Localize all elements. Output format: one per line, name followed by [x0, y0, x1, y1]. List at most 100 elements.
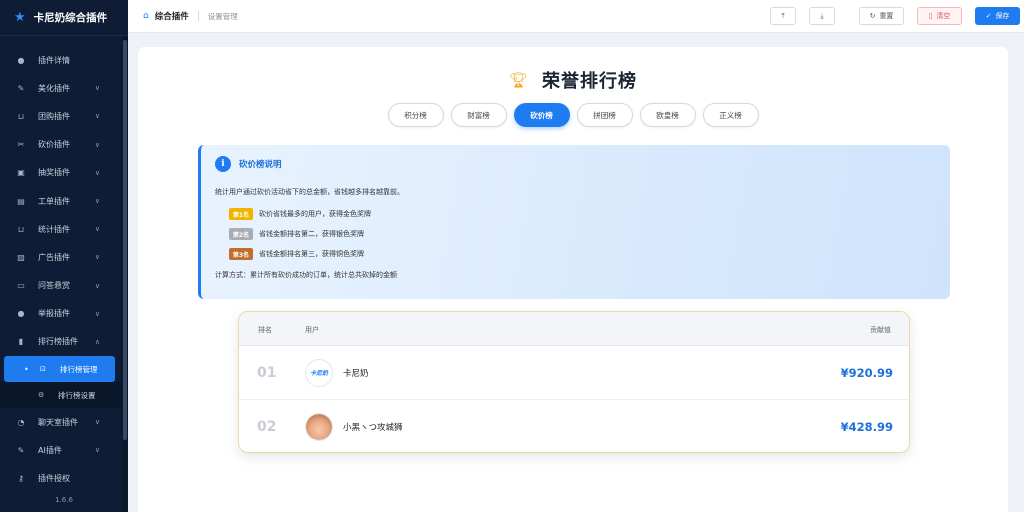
- sidebar-item-label: 插件授权: [38, 474, 70, 484]
- column-header-value: 贡献值: [870, 326, 891, 334]
- avatar: 卡尼奶: [305, 358, 333, 387]
- sidebar-item-group-buy[interactable]: ⊔ 团购插件 ∨: [0, 102, 122, 130]
- tab-points[interactable]: 积分榜: [387, 103, 444, 127]
- table-row[interactable]: 02 小黑ヽつ攻城狮 ¥428.99: [239, 400, 909, 452]
- upload-icon: ⤒: [781, 11, 785, 20]
- chevron-down-icon: ∨: [94, 168, 100, 177]
- ai-icon: ✎: [17, 445, 25, 455]
- info-calculation: 计算方式：累计所有砍价成功的订单，统计总共砍掉的金额: [215, 271, 397, 279]
- sidebar: ★ 卡尼奶综合插件 ● 插件详情 ✎ 美化插件 ∨ ⊔ 团购插件 ∨ ✂ 砍价插…: [0, 0, 128, 512]
- info-header: i 砍价榜说明: [215, 156, 282, 172]
- breadcrumb-sub[interactable]: 设置管理: [208, 11, 238, 22]
- chat-icon: ▭: [17, 281, 25, 291]
- save-button[interactable]: ✓ 保存: [975, 7, 1020, 25]
- download-icon: ⤓: [820, 11, 824, 20]
- reset-button[interactable]: ↻ 重置: [859, 7, 904, 25]
- tab-lucky[interactable]: 欧皇榜: [639, 103, 696, 127]
- table-row[interactable]: 01 卡尼奶 卡尼奶 ¥920.99: [239, 346, 909, 399]
- rank-rule-text: 省钱金额排名第三，获得铜色奖牌: [259, 250, 364, 258]
- brand-title: 卡尼奶综合插件: [33, 12, 108, 24]
- rank-badge-bronze: 第3名: [229, 248, 253, 260]
- sidebar-item-qa[interactable]: ▭ 问答悬赏 ∨: [0, 272, 122, 300]
- rank-rule-1: 第1名 砍价省钱最多的用户，获得金色奖牌: [229, 208, 371, 220]
- page-title-text: 荣誉排行榜: [542, 71, 638, 92]
- tab-group-buy[interactable]: 拼团榜: [576, 103, 633, 127]
- rank-number: 01: [257, 364, 277, 381]
- chat-bubble-icon: ◔: [17, 417, 25, 427]
- info-title: 砍价榜说明: [239, 160, 282, 170]
- sidebar-item-plugin-details[interactable]: ● 插件详情: [0, 46, 122, 74]
- chevron-down-icon: ∨: [94, 112, 100, 121]
- sidebar-item-label: 美化插件: [38, 83, 70, 93]
- sidebar-subitem-leaderboard-manage[interactable]: • ⊡ 排行榜管理: [4, 356, 115, 383]
- key-icon: ⚷: [18, 474, 24, 484]
- tab-wealth[interactable]: 财富榜: [450, 103, 507, 127]
- sidebar-item-label: 广告插件: [38, 252, 70, 262]
- chevron-down-icon: ∨: [94, 253, 100, 262]
- sidebar-menu: ● 插件详情 ✎ 美化插件 ∨ ⊔ 团购插件 ∨ ✂ 砍价插件 ∨ ▣ 抽奖插件…: [0, 46, 122, 493]
- avatar: [305, 412, 333, 441]
- sidebar-item-beautify[interactable]: ✎ 美化插件 ∨: [0, 74, 122, 102]
- sidebar-scrollbar-thumb[interactable]: [123, 40, 127, 440]
- tab-bargain[interactable]: 砍价榜: [513, 103, 570, 127]
- breadcrumb-current[interactable]: 综合插件: [155, 10, 189, 22]
- sidebar-item-label: 团购插件: [38, 111, 70, 121]
- user-name: 卡尼奶: [343, 368, 369, 379]
- chevron-down-icon: ∨: [94, 446, 100, 455]
- sidebar-item-label: AI插件: [38, 445, 62, 455]
- leaderboard-tabs: 积分榜 财富榜 砍价榜 拼团榜 欧皇榜 正义榜: [138, 103, 1008, 127]
- chevron-down-icon: ∨: [94, 225, 100, 234]
- brand: ★ 卡尼奶综合插件: [0, 0, 128, 36]
- lock-icon: ⊡: [40, 365, 46, 374]
- info-description: 统计用户通过砍价活动省下的总金额，省钱越多排名越靠前。: [215, 188, 404, 196]
- avatar-photo: [306, 413, 332, 440]
- rank-rule-text: 砍价省钱最多的用户，获得金色奖牌: [259, 210, 371, 218]
- sidebar-item-ai[interactable]: ✎ AI插件 ∨: [0, 436, 122, 464]
- sidebar-item-ticket[interactable]: ▤ 工单插件 ∨: [0, 187, 122, 215]
- sidebar-item-label: 工单插件: [38, 196, 70, 206]
- check-icon: ✓: [985, 12, 992, 20]
- user-name: 小黑ヽつ攻城狮: [343, 422, 403, 433]
- chevron-down-icon: ∨: [94, 197, 100, 206]
- sidebar-item-ads[interactable]: ▨ 广告插件 ∨: [0, 243, 122, 271]
- palette-icon: ✎: [17, 83, 25, 93]
- tab-justice[interactable]: 正义榜: [702, 103, 759, 127]
- reset-button-label: 重置: [879, 12, 894, 20]
- version-label: 1.6.6: [55, 496, 73, 504]
- sidebar-item-bargain[interactable]: ✂ 砍价插件 ∨: [0, 131, 122, 159]
- bar-chart-icon: ▮: [18, 337, 24, 347]
- save-button-label: 保存: [995, 12, 1010, 20]
- sidebar-item-stats[interactable]: ⊔ 统计插件 ∨: [0, 215, 122, 243]
- star-icon: ★: [14, 10, 26, 25]
- sidebar-item-license[interactable]: ⚷ 插件授权: [0, 464, 122, 492]
- sidebar-item-lottery[interactable]: ▣ 抽奖插件 ∨: [0, 159, 122, 187]
- sidebar-item-label: 统计插件: [38, 224, 70, 234]
- sidebar-item-label: 问答悬赏: [38, 281, 70, 291]
- column-header-user: 用户: [305, 326, 319, 334]
- sidebar-subitem-leaderboard-settings[interactable]: ⚙ 排行榜设置: [0, 382, 122, 409]
- gift-icon: ▣: [17, 168, 25, 178]
- rank-badge-gold: 第1名: [229, 208, 253, 220]
- export-button[interactable]: ⤒: [770, 7, 796, 25]
- clear-button[interactable]: ▯ 清空: [917, 7, 962, 25]
- home-icon[interactable]: ⌂: [143, 11, 149, 21]
- ticket-icon: ▤: [17, 196, 25, 206]
- column-header-rank: 排名: [258, 326, 272, 334]
- sidebar-item-leaderboard[interactable]: ▮ 排行榜插件 ∧: [0, 328, 122, 356]
- rank-rule-text: 省钱金额排名第二，获得银色奖牌: [259, 230, 364, 238]
- rank-rule-2: 第2名 省钱金额排名第二，获得银色奖牌: [229, 228, 364, 240]
- chevron-down-icon: ∨: [94, 281, 100, 290]
- sidebar-subitem-label: 排行榜设置: [58, 390, 96, 400]
- clear-button-label: 清空: [936, 12, 951, 20]
- cart-icon: ⊔: [17, 111, 25, 121]
- topbar: ⌂ 综合插件 设置管理 ⤒ ⤓ ↻ 重置 ▯ 清空 ✓ 保存: [128, 0, 1024, 33]
- sidebar-item-report[interactable]: ● 举报插件 ∨: [0, 300, 122, 328]
- bullet-icon: •: [24, 364, 29, 374]
- sidebar-item-chatroom[interactable]: ◔ 聊天室插件 ∨: [0, 408, 122, 436]
- chevron-down-icon: ∨: [94, 309, 100, 318]
- import-button[interactable]: ⤓: [809, 7, 835, 25]
- chevron-up-icon: ∧: [94, 337, 100, 346]
- rank-number: 02: [257, 418, 277, 435]
- rank-badge-silver: 第2名: [229, 228, 253, 240]
- sidebar-item-label: 插件详情: [38, 55, 70, 65]
